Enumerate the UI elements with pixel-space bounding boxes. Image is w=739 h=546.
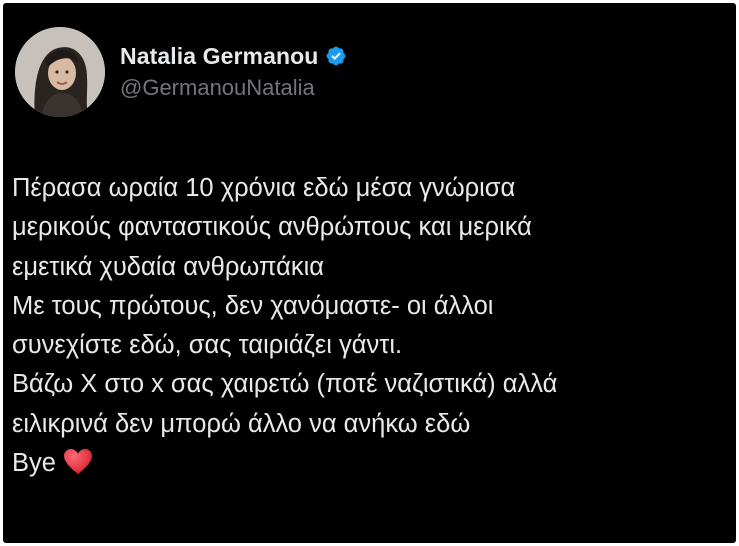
heart-icon [63, 449, 92, 475]
avatar-photo-icon [15, 27, 105, 117]
verified-badge-icon [327, 46, 346, 66]
tweet-text: Πέρασα ωραία 10 χρόνια εδώ μέσα γνώρισα … [12, 169, 736, 483]
author-display-name[interactable]: Natalia Germanou [120, 41, 318, 71]
tweet-header: Natalia Germanou @GermanouNatalia [15, 27, 347, 117]
tweet-line: ειλικρινά δεν μπορώ άλλο να ανήκω εδώ [12, 409, 471, 438]
tweet-line: εμετικά χυδαία ανθρωπάκια [12, 252, 325, 281]
author-handle[interactable]: @GermanouNatalia [120, 73, 347, 103]
tweet-line-bye: Bye [12, 449, 56, 478]
tweet-line: συνεχίστε εδώ, σας ταιριάζει γάντι. [12, 331, 403, 360]
tweet-line: μερικούς φανταστικούς ανθρώπους και μερι… [12, 213, 532, 242]
author-block: Natalia Germanou @GermanouNatalia [120, 41, 347, 103]
tweet-last-line: Bye [12, 444, 736, 483]
tweet-line: Πέρασα ωραία 10 χρόνια εδώ μέσα γνώρισα [12, 174, 516, 202]
tweet-line: Βάζω Χ στο x σας χαιρετώ (ποτέ ναζιστικά… [12, 370, 558, 399]
tweet-card: Natalia Germanou @GermanouNatalia Πέρασα… [3, 3, 736, 543]
name-row: Natalia Germanou [120, 41, 347, 71]
avatar[interactable] [15, 27, 105, 117]
tweet-line: Με τους πρώτους, δεν χανόμαστε- οι άλλοι [12, 291, 494, 320]
